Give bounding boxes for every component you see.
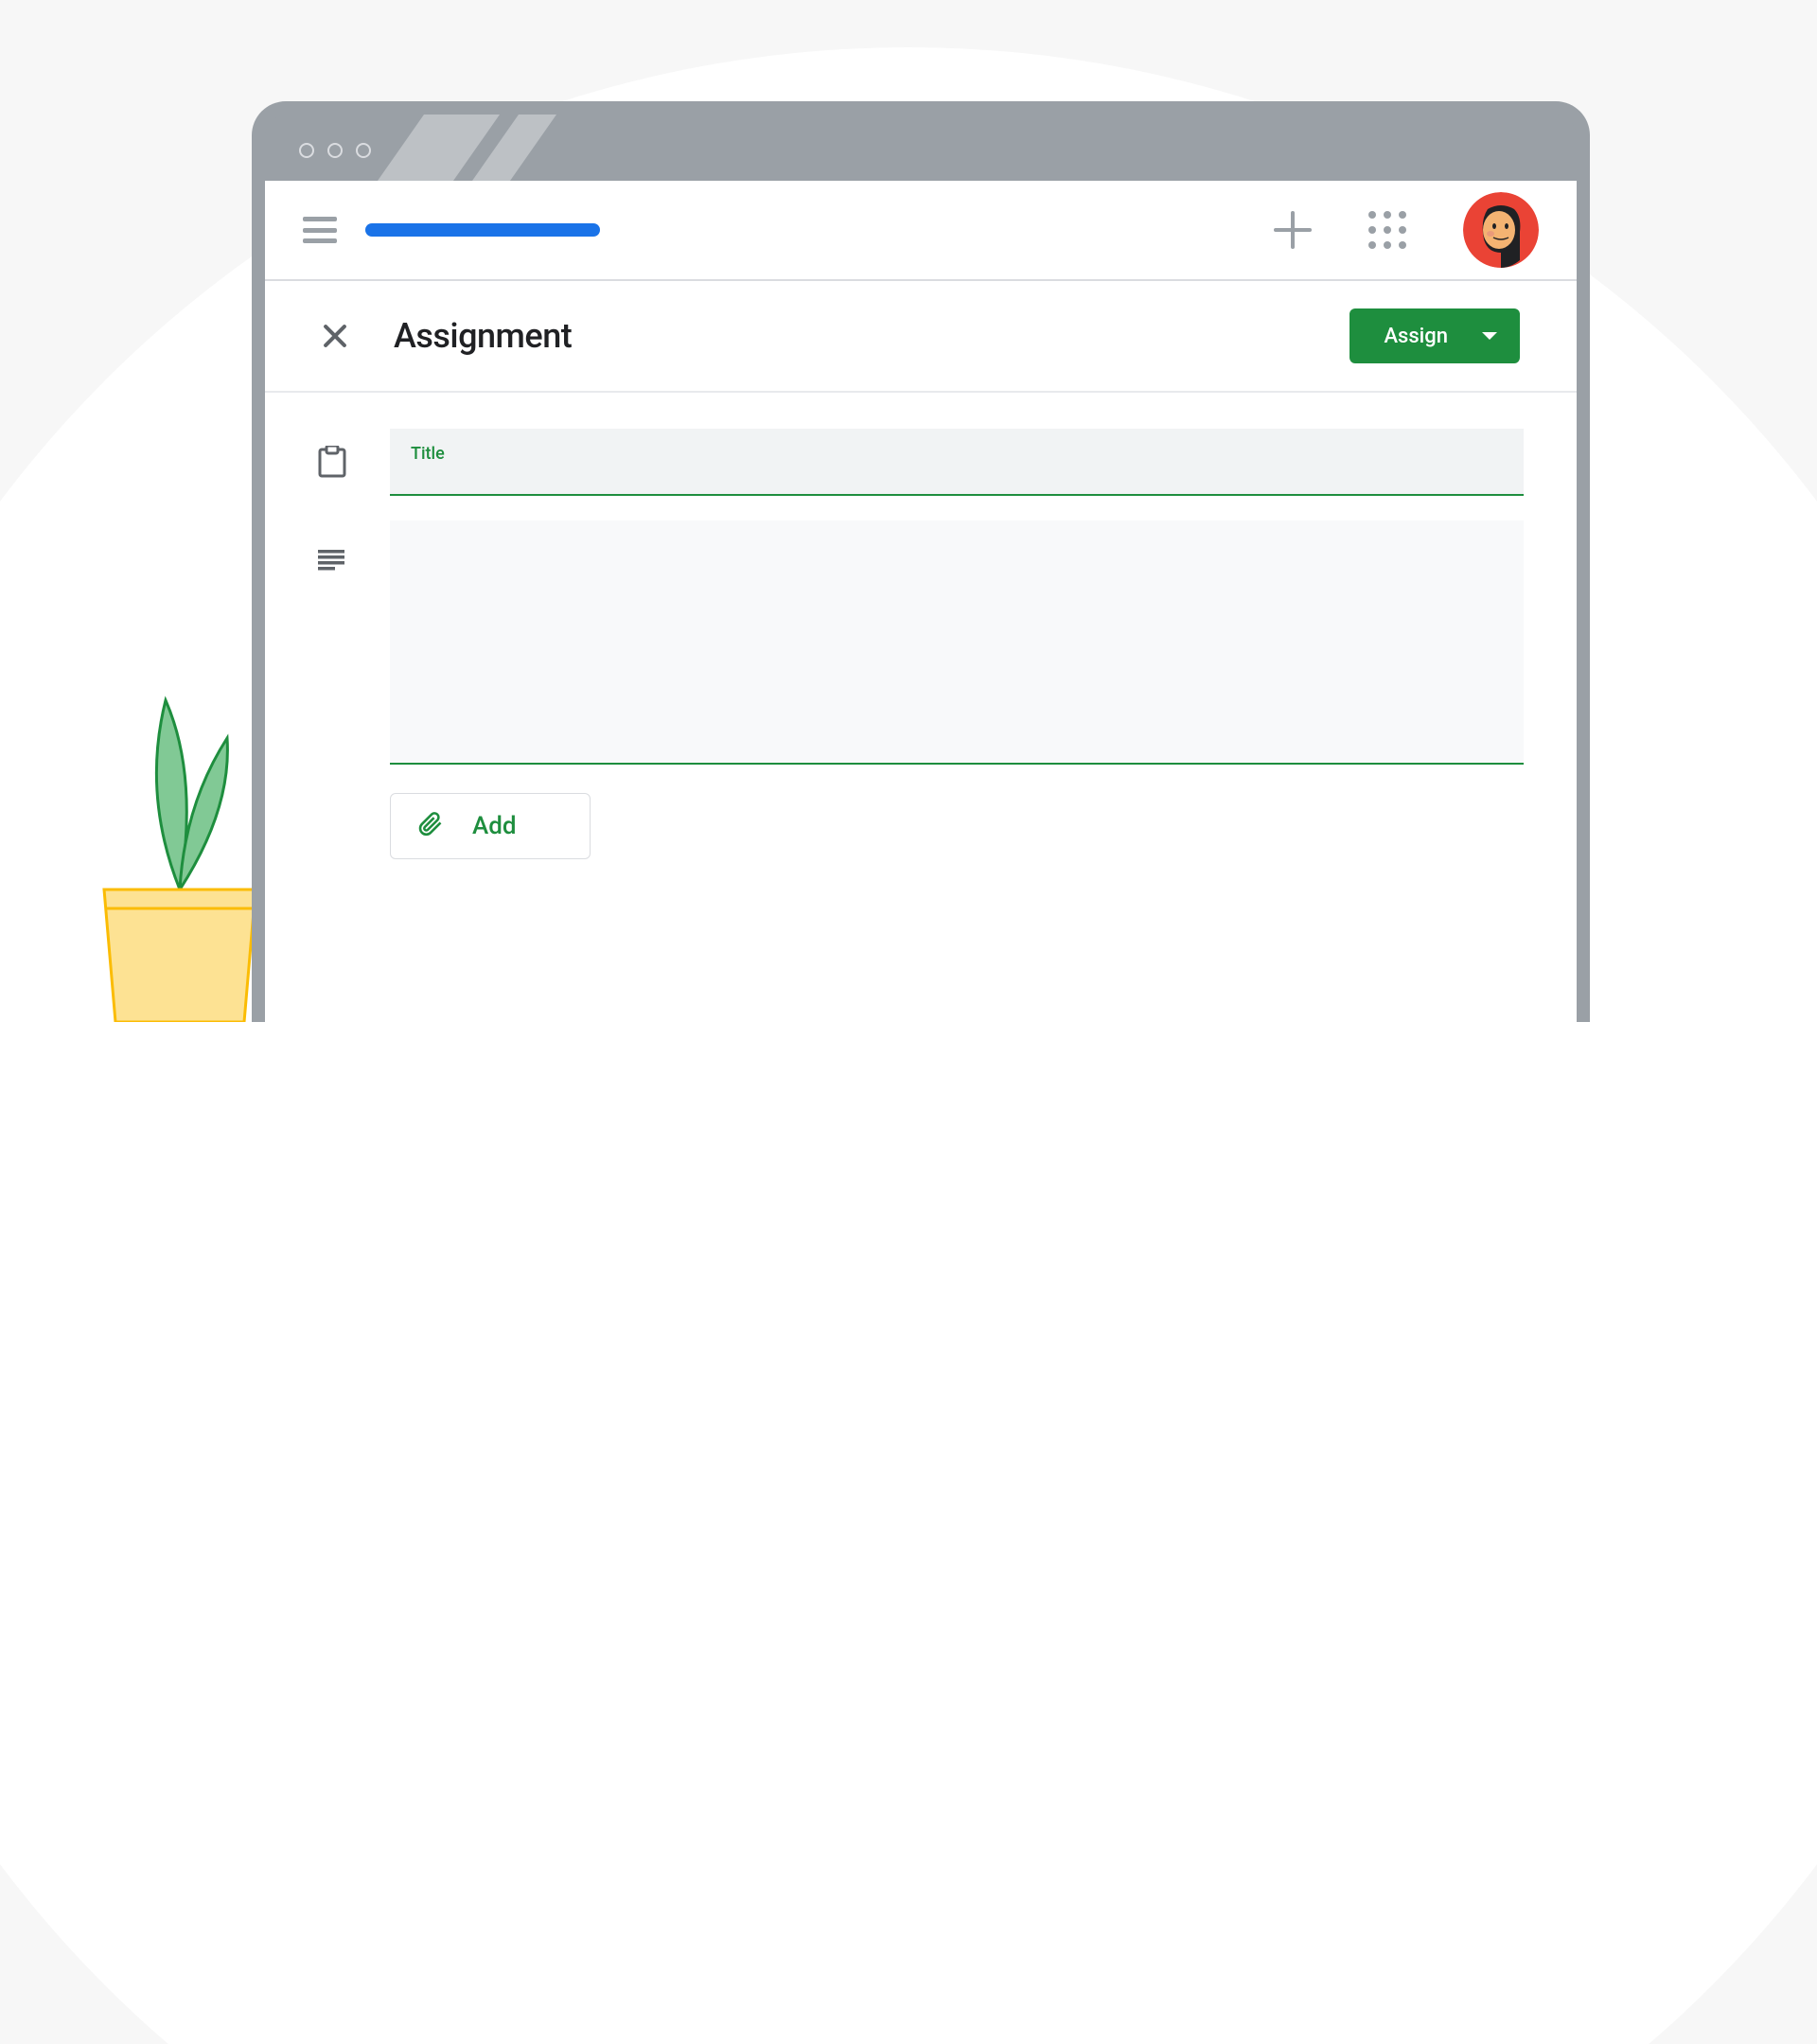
- app-content: Assignment Assign: [265, 181, 1577, 1022]
- description-input[interactable]: [390, 520, 1524, 765]
- page-title: Assignment: [394, 316, 572, 356]
- window-control-dot[interactable]: [356, 143, 371, 158]
- add-button[interactable]: Add: [390, 793, 591, 859]
- add-button-label: Add: [472, 812, 517, 840]
- page-header: Assignment Assign: [265, 281, 1577, 393]
- app-logo-placeholder: [365, 223, 600, 237]
- close-icon[interactable]: [322, 323, 348, 349]
- menu-icon[interactable]: [303, 217, 337, 243]
- assignment-form: Title Add: [265, 393, 1577, 895]
- top-toolbar: [265, 181, 1577, 281]
- window-controls[interactable]: [299, 143, 371, 158]
- window-control-dot[interactable]: [299, 143, 314, 158]
- assign-button[interactable]: Assign: [1350, 308, 1520, 363]
- window-control-dot[interactable]: [327, 143, 343, 158]
- user-avatar[interactable]: [1463, 192, 1539, 268]
- attachment-icon: [417, 810, 444, 843]
- clipboard-icon: [318, 446, 356, 482]
- window-titlebar: [265, 115, 1577, 181]
- caret-down-icon: [1482, 332, 1497, 340]
- assign-button-label: Assign: [1384, 325, 1448, 348]
- plus-icon[interactable]: [1274, 211, 1312, 249]
- title-input[interactable]: Title: [390, 429, 1524, 496]
- apps-grid-icon[interactable]: [1368, 211, 1406, 249]
- browser-device-frame: Assignment Assign: [252, 101, 1590, 1022]
- plant-decoration: [85, 643, 274, 1022]
- text-lines-icon: [318, 550, 356, 574]
- title-input-label: Title: [411, 444, 445, 464]
